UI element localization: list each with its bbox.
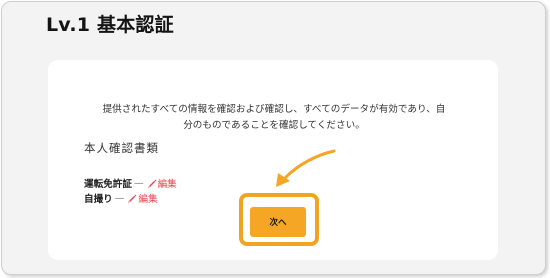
edit-link[interactable]: 編集 bbox=[138, 191, 157, 205]
document-label: 自撮り bbox=[84, 194, 113, 205]
instruction-text: 提供されたすべての情報を確認および確認し、すべてのデータが有効であり、自 分のも… bbox=[74, 102, 474, 134]
document-row-drivers-license: 運転免許証 — 編集 bbox=[84, 176, 177, 191]
instruction-line-1: 提供されたすべての情報を確認および確認し、すべてのデータが有効であり、自 bbox=[102, 104, 446, 115]
pencil-icon[interactable] bbox=[127, 193, 137, 203]
page-title: Lv.1 基本認証 bbox=[46, 14, 174, 36]
window-frame: Lv.1 基本認証 提供されたすべての情報を確認および確認し、すべてのデータが有… bbox=[1, 1, 546, 275]
next-button[interactable]: 次へ bbox=[250, 207, 306, 237]
section-title: 本人確認書類 bbox=[84, 141, 159, 155]
instruction-line-2: 分のものであることを確認してください。 bbox=[183, 120, 365, 131]
separator-dash: — bbox=[133, 177, 144, 189]
document-label: 運転免許証 bbox=[84, 179, 132, 190]
edit-link[interactable]: 編集 bbox=[158, 176, 177, 190]
curved-arrow-icon bbox=[276, 149, 336, 187]
document-row-selfie: 自撮り — 編集 bbox=[84, 191, 158, 206]
separator-dash: — bbox=[114, 192, 125, 204]
pencil-icon[interactable] bbox=[147, 178, 157, 188]
